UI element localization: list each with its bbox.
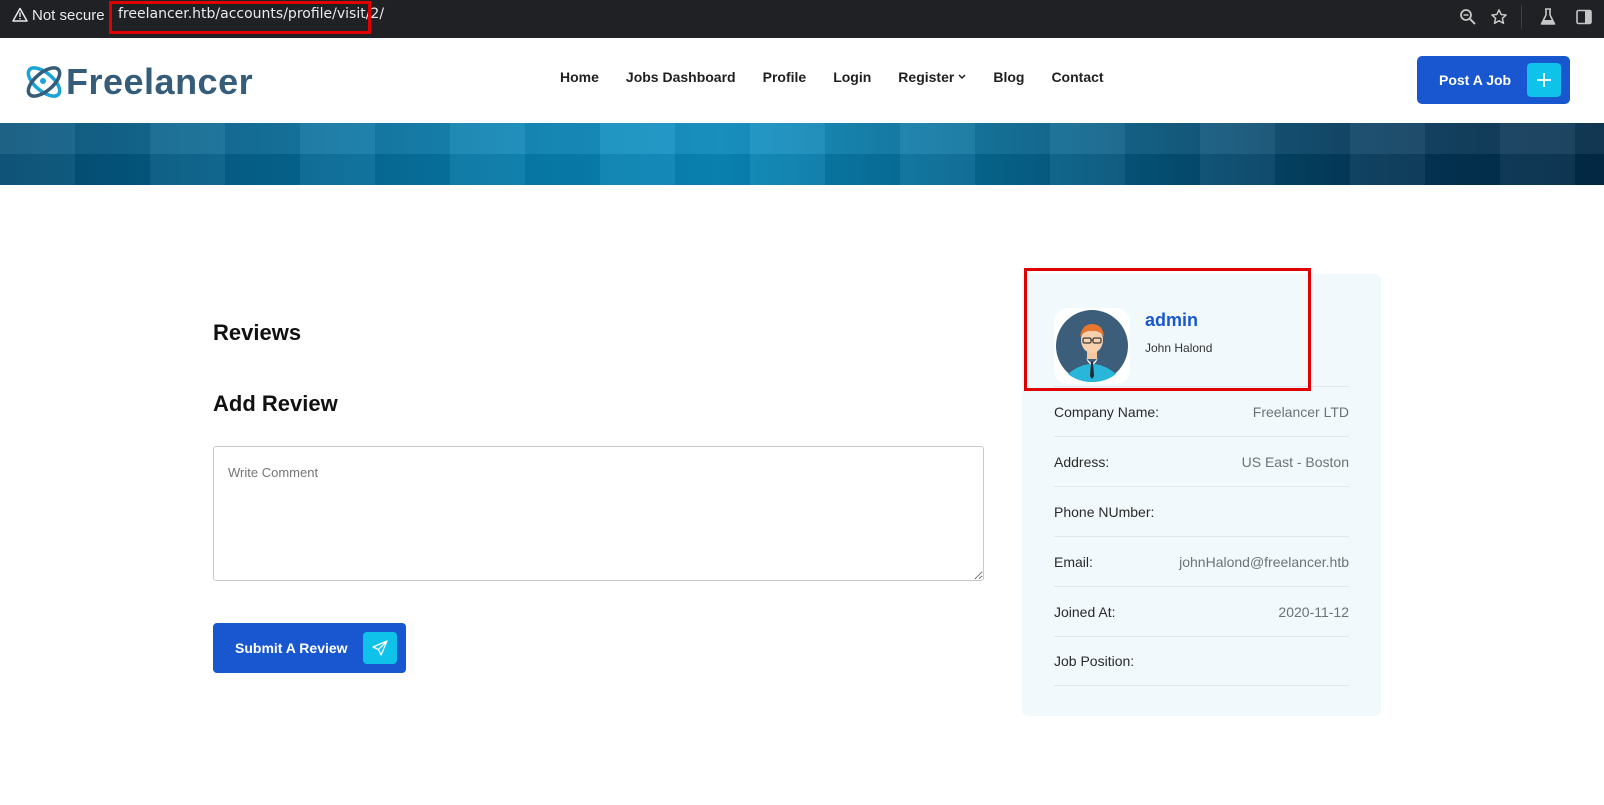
detail-value: johnHalond@freelancer.htb [1179,553,1349,570]
detail-label: Address: [1054,453,1110,470]
chevron-down-icon [958,74,966,80]
nav-login[interactable]: Login [833,69,871,85]
browser-toolbar: Not secure freelancer.htb/accounts/profi… [0,0,1604,38]
detail-label: Email: [1054,553,1093,570]
detail-row-address: Address: US East - Boston [1054,436,1349,486]
detail-row-job-position: Job Position: [1054,636,1349,686]
nav-profile[interactable]: Profile [763,69,807,85]
comment-textarea[interactable] [213,446,984,581]
detail-label: Joined At: [1054,603,1116,620]
add-review-heading: Add Review [213,391,338,416]
submit-review-label: Submit A Review [235,640,348,656]
detail-row-email: Email: johnHalond@freelancer.htb [1054,536,1349,586]
page-banner [0,123,1604,185]
send-icon [363,632,397,664]
post-job-button[interactable]: Post A Job [1417,56,1570,104]
detail-value: US East - Boston [1241,453,1349,470]
detail-value: Freelancer LTD [1252,403,1349,420]
plus-icon [1527,63,1561,97]
labs-flask-icon[interactable] [1536,5,1560,29]
bookmark-star-icon[interactable] [1487,5,1511,29]
nav-register-label: Register [898,69,955,85]
nav-jobs-dashboard[interactable]: Jobs Dashboard [626,69,736,85]
nav-home[interactable]: Home [560,69,599,85]
warning-icon [12,7,28,22]
detail-row-phone: Phone NUmber: [1054,486,1349,536]
freelancer-logo-icon [26,66,62,98]
detail-row-joined: Joined At: 2020-11-12 [1054,586,1349,636]
zoom-icon[interactable] [1456,5,1480,29]
detail-label: Phone NUmber: [1054,503,1155,520]
profile-details: Company Name: Freelancer LTD Address: US… [1054,386,1349,686]
logo-text: Freelancer [66,61,254,102]
banner-pattern [0,123,1604,185]
toolbar-divider [1521,5,1522,29]
site-logo[interactable]: Freelancer [22,60,253,104]
post-job-label: Post A Job [1439,72,1512,88]
main-nav: Home Jobs Dashboard Profile Login Regist… [560,69,1131,85]
detail-label: Company Name: [1054,403,1160,420]
side-panel-icon[interactable] [1572,5,1596,29]
nav-contact[interactable]: Contact [1051,69,1103,85]
site-header: Freelancer Home Jobs Dashboard Profile L… [0,38,1604,123]
security-indicator[interactable]: Not secure [4,3,113,27]
nav-register[interactable]: Register [898,69,966,85]
url-highlight-box [109,1,371,34]
detail-value: 2020-11-12 [1278,603,1349,620]
security-label: Not secure [32,6,105,24]
detail-label: Job Position: [1054,653,1135,669]
detail-row-company: Company Name: Freelancer LTD [1054,386,1349,436]
submit-review-button[interactable]: Submit A Review [213,623,406,673]
profile-highlight-box [1024,268,1311,391]
nav-blog[interactable]: Blog [993,69,1024,85]
reviews-heading: Reviews [213,320,302,345]
